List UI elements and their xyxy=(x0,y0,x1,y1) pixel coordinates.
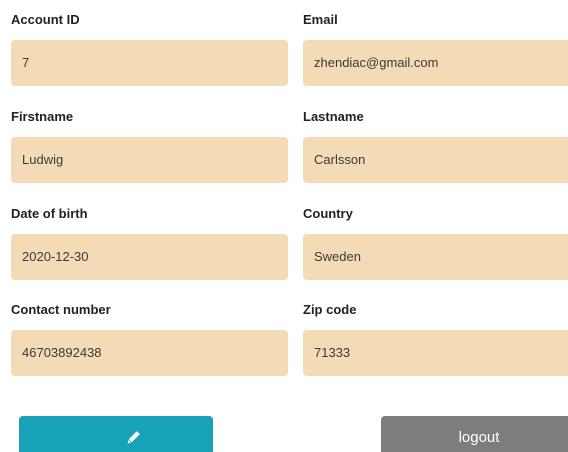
email-label: Email xyxy=(303,12,338,27)
account-id-value[interactable]: 7 xyxy=(11,40,288,86)
contact-number-label: Contact number xyxy=(11,302,111,317)
firstname-label: Firstname xyxy=(11,109,74,124)
date-of-birth-label: Date of birth xyxy=(11,206,88,221)
logout-button[interactable]: logout xyxy=(381,416,568,452)
email-value[interactable]: zhendiac@gmail.com xyxy=(303,40,568,86)
zip-code-label: Zip code xyxy=(303,302,357,317)
lastname-label: Lastname xyxy=(303,109,364,124)
account-id-label: Account ID xyxy=(11,12,80,27)
profile-page: Account ID 7 Email zhendiac@gmail.com Fi… xyxy=(0,0,568,452)
firstname-value[interactable]: Ludwig xyxy=(11,137,288,183)
edit-button[interactable] xyxy=(19,416,213,452)
date-of-birth-value[interactable]: 2020-12-30 xyxy=(11,234,288,280)
lastname-value[interactable]: Carlsson xyxy=(303,137,568,183)
country-label: Country xyxy=(303,206,353,221)
pencil-icon xyxy=(127,431,140,444)
country-value[interactable]: Sweden xyxy=(303,234,568,280)
contact-number-value[interactable]: 46703892438 xyxy=(11,330,288,376)
zip-code-value[interactable]: 71333 xyxy=(303,330,568,376)
